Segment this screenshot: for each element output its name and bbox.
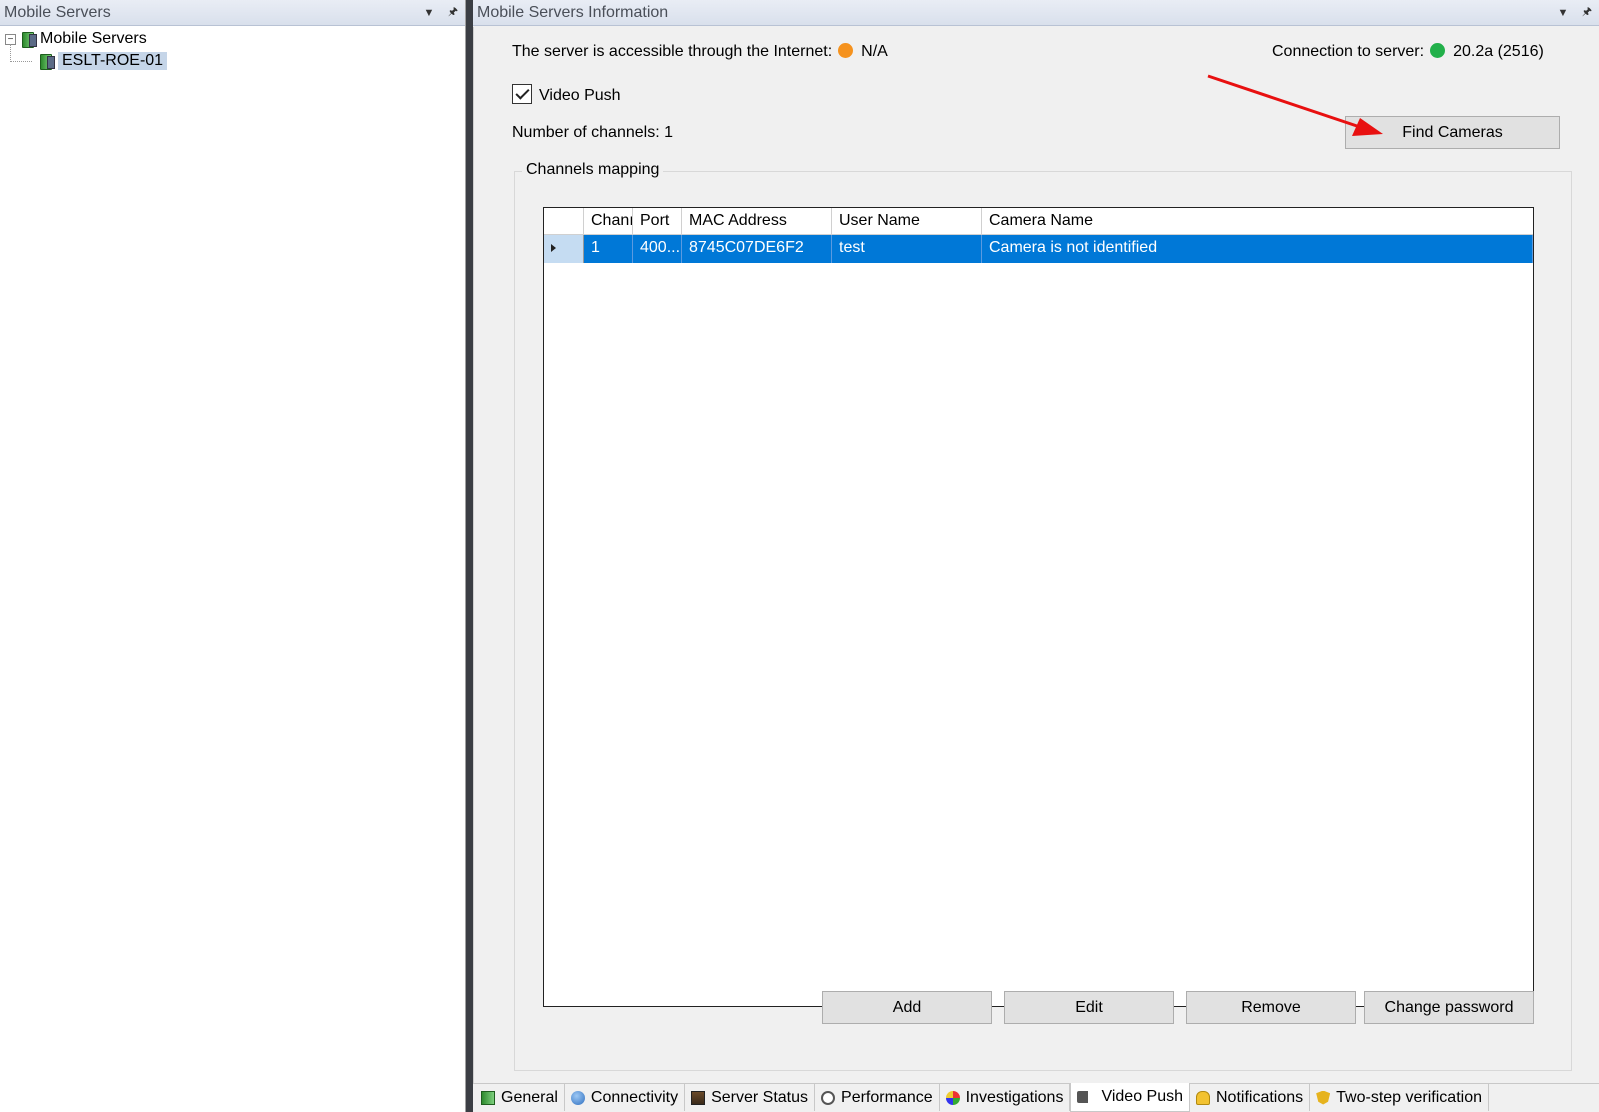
status-icon [691,1090,706,1105]
tab-connectivity-label: Connectivity [590,1088,679,1106]
tab-server-status[interactable]: Server Status [685,1084,816,1111]
connection-status-label: Connection to server: [1272,43,1425,60]
investigations-icon [945,1090,960,1105]
left-pane-header: Mobile Servers ▼ 🖈 [0,0,465,26]
chevron-down-icon[interactable]: ▼ [417,7,441,19]
edit-button[interactable]: Edit [1004,991,1174,1024]
tab-performance-label: Performance [841,1088,933,1106]
tree-node-root[interactable]: − Mobile Servers [0,28,465,50]
cell-mac[interactable]: 8745C07DE6F2 [682,235,832,263]
tree-node-server-label: ESLT-ROE-01 [58,52,168,70]
column-header-port[interactable]: Port [633,208,682,234]
chevron-down-icon[interactable]: ▼ [1551,7,1575,19]
mobile-servers-pane: Mobile Servers ▼ 🖈 − Mobile Servers ESLT… [0,0,466,1112]
channels-grid[interactable]: Chanı Port MAC Address User Name Camera … [543,207,1534,1007]
tab-notifications-label: Notifications [1216,1088,1304,1106]
bottom-tabs: General Connectivity Server Status Perfo… [473,1083,1599,1112]
tree-connector [10,44,32,62]
tree-node-root-label: Mobile Servers [40,30,147,47]
connection-status-value: 20.2a (2516) [1453,43,1544,60]
cell-port[interactable]: 400... [633,235,682,263]
tab-performance[interactable]: Performance [815,1084,940,1111]
status-dot-orange-icon [838,43,854,58]
video-push-option[interactable]: Video Push [512,84,621,105]
add-button[interactable]: Add [822,991,992,1024]
left-pane-title: Mobile Servers [4,3,111,21]
tab-notifications[interactable]: Notifications [1190,1084,1311,1111]
tab-video-push[interactable]: Video Push [1070,1083,1190,1112]
grid-header: Chanı Port MAC Address User Name Camera … [544,208,1533,235]
cell-user[interactable]: test [832,235,982,263]
internet-status-value: N/A [861,43,888,60]
gauge-icon [821,1090,836,1105]
internet-status-label: The server is accessible through the Int… [512,43,833,60]
tab-two-step-label: Two-step verification [1336,1088,1482,1106]
server-info-pane: Mobile Servers Information ▼ 🖈 The serve… [473,0,1599,1112]
tree-node-server[interactable]: ESLT-ROE-01 [0,44,465,72]
internet-status: The server is accessible through the Int… [512,43,888,61]
shield-icon [1316,1090,1331,1105]
channels-count: Number of channels: 1 [512,124,673,141]
tab-general-label: General [501,1088,558,1106]
pane-splitter[interactable] [466,0,473,1112]
tab-video-push-label: Video Push [1101,1088,1183,1105]
row-pointer-icon [551,244,556,252]
column-header-channel[interactable]: Chanı [584,208,633,234]
tab-server-status-label: Server Status [711,1088,809,1106]
server-icon [38,53,55,70]
cell-camera[interactable]: Camera is not identified [982,235,1533,263]
tree-collapse-icon[interactable]: − [5,33,16,45]
bell-icon [1196,1090,1210,1105]
pin-icon[interactable]: 🖈 [1575,3,1599,22]
grid-row-header-corner [544,208,584,234]
tab-investigations[interactable]: Investigations [940,1084,1071,1111]
column-header-camera[interactable]: Camera Name [982,208,1533,234]
right-pane-title: Mobile Servers Information [477,3,669,21]
servers-tree: − Mobile Servers ESLT-ROE-01 [0,26,465,72]
tab-general[interactable]: General [475,1084,565,1111]
row-header[interactable] [544,235,584,263]
tab-investigations-label: Investigations [965,1088,1064,1106]
video-push-checkbox[interactable] [512,84,532,104]
column-header-mac[interactable]: MAC Address [682,208,832,234]
right-pane-header: Mobile Servers Information ▼ 🖈 [473,0,1599,26]
status-dot-green-icon [1430,43,1446,58]
tab-connectivity[interactable]: Connectivity [565,1084,686,1111]
find-cameras-button[interactable]: Find Cameras [1345,116,1560,149]
general-icon [481,1090,495,1105]
cell-channel[interactable]: 1 [584,235,633,263]
video-push-label: Video Push [539,87,621,104]
channels-mapping-label: Channels mapping [522,161,664,179]
change-password-button[interactable]: Change password [1364,991,1534,1024]
pin-icon[interactable]: 🖈 [441,3,465,22]
camera-icon [1077,1091,1096,1103]
tab-two-step-verification[interactable]: Two-step verification [1310,1084,1489,1111]
column-header-user[interactable]: User Name [832,208,982,234]
video-push-content: The server is accessible through the Int… [473,27,1599,1083]
remove-button[interactable]: Remove [1186,991,1356,1024]
connection-status: Connection to server: 20.2a (2516) [1272,43,1544,61]
table-row[interactable]: 1 400... 8745C07DE6F2 test Camera is not… [544,235,1533,263]
globe-icon [570,1090,585,1105]
